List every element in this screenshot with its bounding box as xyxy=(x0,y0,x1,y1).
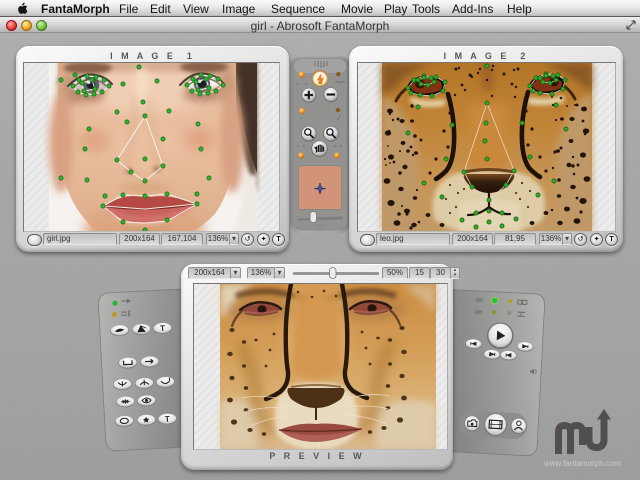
svg-text:T: T xyxy=(165,414,170,423)
svg-text:T: T xyxy=(160,324,165,333)
